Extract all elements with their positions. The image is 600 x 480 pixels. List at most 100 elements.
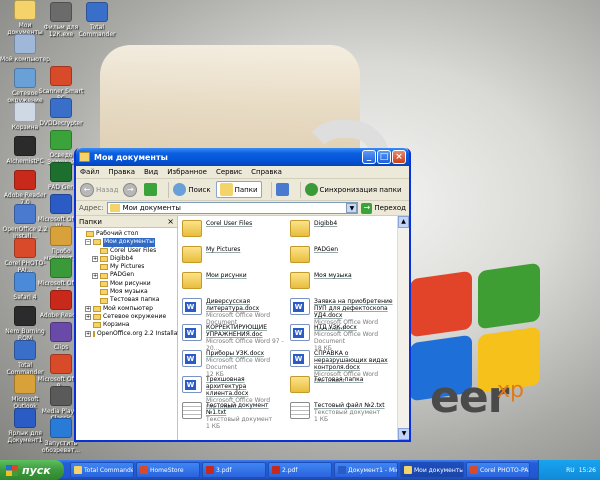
maximize-button[interactable]: □: [377, 150, 391, 164]
file-type: Microsoft Office Word Document: [206, 357, 271, 371]
menu-item[interactable]: Файл: [80, 168, 99, 176]
file-name: СПРАВКА о неразрушающих видах контроля.d…: [314, 350, 388, 371]
forward-button[interactable]: →: [123, 182, 139, 197]
tree-node[interactable]: Рабочий стол: [78, 230, 177, 238]
file-info: Диверсусская литература.docx Microsoft Of…: [206, 298, 286, 326]
back-label: Назад: [96, 185, 119, 194]
expand-icon[interactable]: +: [85, 305, 91, 312]
minimize-button[interactable]: _: [362, 150, 376, 164]
system-tray: RU 15:26: [538, 460, 600, 480]
taskbar-button[interactable]: 2.pdf: [268, 462, 332, 478]
file-item[interactable]: Приборы УЗК.docxMicrosoft Office Word Do…: [182, 350, 286, 378]
file-item[interactable]: PADGen: [290, 246, 394, 267]
file-item[interactable]: СПРАВКА о неразрушающих видах контроля.d…: [290, 350, 394, 385]
desktop-icon[interactable]: Мой компьютер: [0, 34, 50, 63]
file-item[interactable]: Трехшовная архитектура клиента.docxMicro…: [182, 376, 286, 411]
window-titlebar[interactable]: Мои документы _ □ ×: [76, 148, 409, 166]
tree-node[interactable]: Corel User Files: [78, 247, 177, 255]
scroll-up-button[interactable]: ▲: [398, 216, 409, 228]
tree-node[interactable]: + Сетевое окружение: [78, 313, 177, 321]
word-document-icon: [182, 350, 202, 367]
file-item[interactable]: Тестовый документ №1.txt Текстовый докуме…: [182, 402, 286, 430]
taskbar-button[interactable]: HomeStore: [136, 462, 200, 478]
taskbar-button[interactable]: 3.pdf: [202, 462, 266, 478]
expand-icon[interactable]: +: [92, 272, 98, 279]
tree-node[interactable]: + PADGen: [78, 271, 177, 279]
tree-node[interactable]: + OpenOffice.org 2.2 Installation Files: [78, 330, 204, 338]
go-button[interactable]: → Переход: [361, 202, 406, 214]
collapse-icon[interactable]: −: [85, 239, 91, 246]
taskbar-button[interactable]: Документ1 - Mic...: [334, 462, 398, 478]
app-icon: [14, 306, 36, 326]
explorer-window[interactable]: Мои документы _ □ × Файл Правка Вид Избранн…: [74, 148, 411, 442]
file-name: PADGen: [314, 246, 339, 253]
expand-icon[interactable]: +: [85, 314, 91, 321]
folder-icon: [290, 246, 310, 263]
file-item[interactable]: Диверсусская литература.docxMicrosoft Of…: [182, 298, 286, 326]
folders-button[interactable]: Папки: [215, 181, 262, 198]
file-item[interactable]: НТД УЗК.docxMicrosoft Office Word Docume…: [290, 324, 394, 352]
file-name: Мои рисунки: [206, 272, 247, 279]
close-button[interactable]: ×: [392, 150, 406, 164]
up-folder-button[interactable]: [144, 183, 159, 196]
taskbar-button[interactable]: Total Commande...: [70, 462, 134, 478]
desktop-icon[interactable]: Total Commander: [72, 2, 122, 38]
app-icon: [50, 258, 72, 278]
tree-node-label: Мои документы: [103, 238, 156, 247]
address-dropdown-button[interactable]: ▼: [346, 203, 358, 213]
start-button[interactable]: пуск: [0, 460, 64, 480]
file-name: Приборы УЗК.docx: [206, 350, 265, 357]
address-input[interactable]: Мои документы: [106, 202, 359, 214]
language-indicator[interactable]: RU: [566, 467, 575, 474]
file-name: Тестовый документ №1.txt: [206, 402, 269, 416]
desktop-icon[interactable]: Корзина: [0, 102, 50, 131]
address-bar: Адрес: Мои документы ▼ → Переход: [76, 201, 409, 216]
views-button[interactable]: [275, 183, 291, 196]
desktop-icon[interactable]: AlchemistPC: [0, 136, 50, 165]
menu-item[interactable]: Правка: [108, 168, 135, 176]
tree-node[interactable]: + Digibb4: [78, 255, 177, 263]
expand-icon[interactable]: +: [85, 330, 91, 337]
menu-item[interactable]: Избранное: [167, 168, 207, 176]
file-item[interactable]: My Pictures: [182, 246, 286, 267]
file-item[interactable]: КОРРЕКТИРУЮЩИЕ УПРАЖНЕНИЯ.docMicrosoft O…: [182, 324, 286, 352]
tree-node[interactable]: Мои рисунки: [78, 280, 177, 288]
app-icon: [140, 466, 148, 474]
folders-pane-title: Папки: [79, 217, 102, 226]
expand-icon[interactable]: +: [92, 256, 98, 263]
app-icon: [338, 466, 346, 474]
file-item[interactable]: Мои рисунки: [182, 272, 286, 293]
file-item[interactable]: Тестовый файл №2.txt Текстовый документ 1 …: [290, 402, 394, 423]
menu-item[interactable]: Вид: [144, 168, 158, 176]
folder-icon: [182, 220, 202, 237]
app-icon: [50, 194, 72, 214]
word-document-icon: [182, 298, 202, 315]
menu-item[interactable]: Справка: [251, 168, 282, 176]
scroll-down-button[interactable]: ▼: [398, 428, 409, 440]
tree-node[interactable]: My Pictures: [78, 263, 177, 271]
tree-node[interactable]: − Мои документы: [78, 238, 177, 247]
file-info: PADGen: [314, 246, 338, 253]
menu-item[interactable]: Сервис: [216, 168, 242, 176]
search-button[interactable]: Поиск: [173, 183, 211, 196]
vertical-scrollbar[interactable]: ▲ ▼: [397, 216, 409, 440]
folder-icon: [100, 247, 108, 254]
tree-node-label: Рабочий стол: [96, 230, 139, 237]
back-button[interactable]: ← Назад: [80, 182, 119, 197]
file-name: КОРРЕКТИРУЮЩИЕ УПРАЖНЕНИЯ.doc: [206, 324, 268, 338]
folders-pane-close-button[interactable]: ×: [167, 217, 174, 226]
file-item[interactable]: Digibb4: [290, 220, 394, 241]
taskbar-button[interactable]: Corel PHOTO-PA...: [466, 462, 530, 478]
file-item[interactable]: Моя музыка: [290, 272, 394, 293]
file-item[interactable]: Тестовая папка: [290, 376, 394, 397]
tree-node[interactable]: + Мой компьютер: [78, 305, 177, 313]
file-item[interactable]: Corel User Files: [182, 220, 286, 241]
taskbar-button[interactable]: Мои документы: [400, 462, 464, 478]
tree-node[interactable]: Корзина: [78, 321, 177, 329]
tree-node[interactable]: Тестовая папка: [78, 296, 177, 304]
go-label: Переход: [374, 204, 406, 212]
up-folder-icon: [144, 183, 158, 196]
sync-folder-button[interactable]: Синхронизация папки: [304, 183, 402, 196]
file-item[interactable]: Заявка на приобретение ПУП для дефектоск…: [290, 298, 394, 333]
tree-node[interactable]: Моя музыка: [78, 288, 177, 296]
